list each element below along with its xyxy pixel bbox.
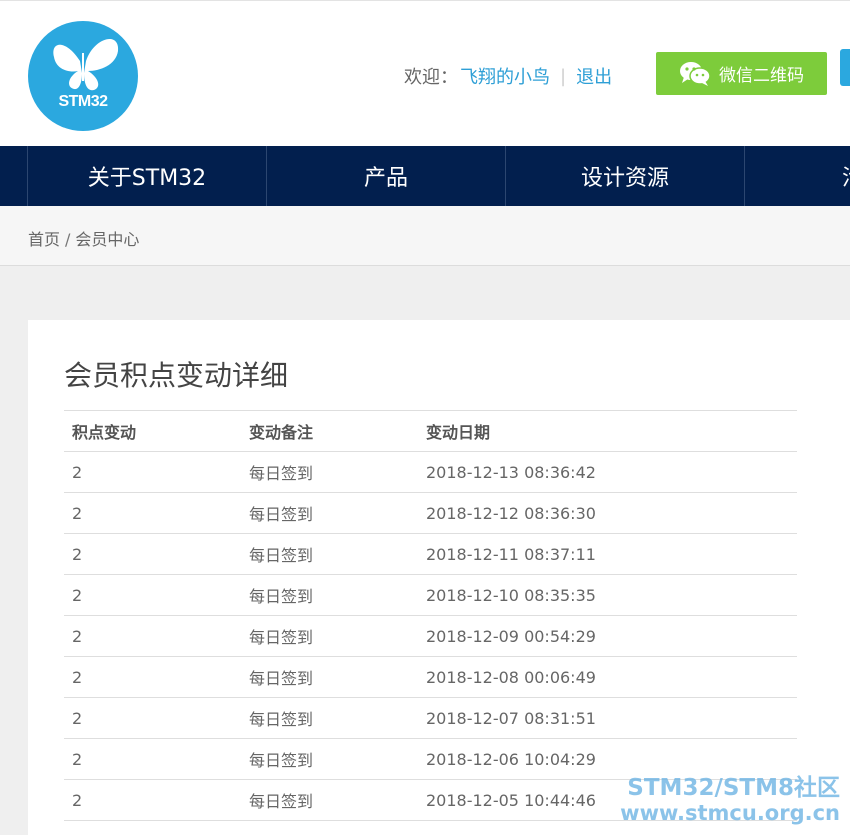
cell-points: 2 xyxy=(64,656,241,698)
nav-item-design-resources[interactable]: 设计资源 xyxy=(506,146,745,206)
cell-date: 2018-12-07 08:31:51 xyxy=(418,697,797,739)
cell-note: 每日签到 xyxy=(241,533,418,575)
cell-points: 2 xyxy=(64,738,241,780)
cell-points: 2 xyxy=(64,779,241,821)
stm32-logo[interactable]: STM32 xyxy=(28,21,138,131)
username-link[interactable]: 飞翔的小鸟 xyxy=(460,63,550,89)
cell-note: 每日签到 xyxy=(241,451,418,493)
nav-lead-spacer xyxy=(0,146,28,206)
points-table: 积点变动 变动备注 变动日期 2 每日签到 2018-12-13 08:36:4… xyxy=(64,410,797,821)
site-watermark: STM32/STM8社区 www.stmcu.org.cn xyxy=(620,776,840,826)
cell-note: 每日签到 xyxy=(241,574,418,616)
butterfly-logo-icon xyxy=(53,38,119,91)
column-header-points: 积点变动 xyxy=(64,410,241,452)
cell-date: 2018-12-13 08:36:42 xyxy=(418,451,797,493)
welcome-label: 欢迎： xyxy=(404,67,458,88)
side-float-tab[interactable] xyxy=(840,49,850,86)
watermark-line1: STM32/STM8社区 xyxy=(627,775,840,801)
nav-item-about[interactable]: 关于STM32 xyxy=(28,146,267,206)
wechat-qrcode-button[interactable]: 微信二维码 xyxy=(656,52,827,95)
table-row: 2 每日签到 2018-12-06 10:04:29 xyxy=(64,738,797,780)
breadcrumb: 首页 / 会员中心 xyxy=(28,226,139,250)
cell-note: 每日签到 xyxy=(241,656,418,698)
cell-points: 2 xyxy=(64,451,241,493)
cell-note: 每日签到 xyxy=(241,492,418,534)
cell-note: 每日签到 xyxy=(241,779,418,821)
cell-note: 每日签到 xyxy=(241,738,418,780)
cell-points: 2 xyxy=(64,574,241,616)
cell-date: 2018-12-06 10:04:29 xyxy=(418,738,797,780)
table-row: 2 每日签到 2018-12-12 08:36:30 xyxy=(64,492,797,534)
table-row: 2 每日签到 2018-12-09 00:54:29 xyxy=(64,615,797,657)
table-row: 2 每日签到 2018-12-11 08:37:11 xyxy=(64,533,797,575)
column-header-note: 变动备注 xyxy=(241,410,418,452)
wechat-icon xyxy=(680,61,711,86)
cell-date: 2018-12-10 08:35:35 xyxy=(418,574,797,616)
page-title: 会员积点变动详细 xyxy=(64,359,289,392)
column-header-date: 变动日期 xyxy=(418,410,797,452)
cell-points: 2 xyxy=(64,492,241,534)
logo-text: STM32 xyxy=(58,93,108,110)
cell-points: 2 xyxy=(64,615,241,657)
watermark-line2: www.stmcu.org.cn xyxy=(620,801,840,825)
breadcrumb-home-link[interactable]: 首页 xyxy=(28,230,60,249)
table-row: 2 每日签到 2018-12-07 08:31:51 xyxy=(64,697,797,739)
table-row: 2 每日签到 2018-12-10 08:35:35 xyxy=(64,574,797,616)
table-row: 2 每日签到 2018-12-08 00:06:49 xyxy=(64,656,797,698)
points-panel: 会员积点变动详细 积点变动 变动备注 变动日期 2 每日签到 2018-12-1… xyxy=(28,320,850,835)
cell-points: 2 xyxy=(64,697,241,739)
welcome-bar: 欢迎： 飞翔的小鸟 | 退出 xyxy=(404,63,612,89)
wechat-button-label: 微信二维码 xyxy=(719,66,804,86)
cell-date: 2018-12-11 08:37:11 xyxy=(418,533,797,575)
cell-note: 每日签到 xyxy=(241,697,418,739)
site-header: STM32 欢迎： 飞翔的小鸟 | 退出 微信二维码 xyxy=(0,0,850,146)
table-header-row: 积点变动 变动备注 变动日期 xyxy=(64,410,797,452)
cell-note: 每日签到 xyxy=(241,615,418,657)
nav-item-products[interactable]: 产品 xyxy=(267,146,506,206)
breadcrumb-separator: / xyxy=(65,230,71,249)
cell-date: 2018-12-12 08:36:30 xyxy=(418,492,797,534)
cell-points: 2 xyxy=(64,533,241,575)
logout-link[interactable]: 退出 xyxy=(576,63,612,89)
breadcrumb-current[interactable]: 会员中心 xyxy=(75,230,139,249)
nav-item-events[interactable]: 活动 xyxy=(745,146,850,206)
welcome-separator: | xyxy=(560,65,567,87)
table-row: 2 每日签到 2018-12-13 08:36:42 xyxy=(64,451,797,493)
main-nav: 关于STM32 产品 设计资源 活动 xyxy=(0,146,850,206)
cell-date: 2018-12-09 00:54:29 xyxy=(418,615,797,657)
breadcrumb-bar: 首页 / 会员中心 xyxy=(0,206,850,266)
cell-date: 2018-12-08 00:06:49 xyxy=(418,656,797,698)
